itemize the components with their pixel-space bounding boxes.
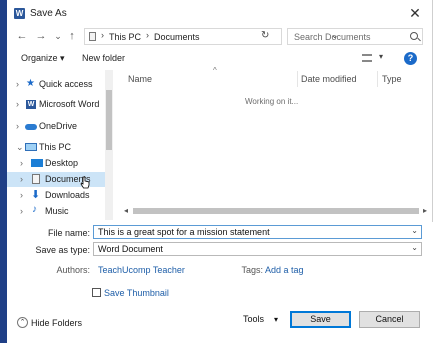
expand-chevron-icon[interactable]: › bbox=[20, 206, 23, 216]
sidebar-item-documents[interactable]: › Documents bbox=[7, 172, 105, 187]
hand-cursor-icon bbox=[80, 176, 90, 189]
file-name-dropdown-icon[interactable]: ⌄ bbox=[411, 226, 418, 235]
sidebar-item-label: OneDrive bbox=[39, 121, 78, 131]
authors-label: Authors: bbox=[56, 265, 90, 275]
music-note-icon: ♪ bbox=[32, 204, 37, 215]
document-folder-icon bbox=[32, 174, 40, 184]
command-toolbar: Organize ▾ New folder ▾ ? bbox=[7, 48, 433, 70]
column-divider[interactable] bbox=[377, 71, 378, 87]
sidebar-item-label: This PC bbox=[39, 142, 72, 152]
file-name-value[interactable]: This is a great spot for a mission state… bbox=[98, 227, 270, 237]
sidebar-item-this-pc[interactable]: ⌄ This PC bbox=[7, 140, 105, 155]
star-icon: ★ bbox=[26, 78, 35, 89]
save-as-type-value[interactable]: Word Document bbox=[98, 244, 163, 254]
scrollbar-thumb[interactable] bbox=[106, 90, 112, 150]
help-icon[interactable]: ? bbox=[404, 52, 417, 65]
download-arrow-icon: ⬇ bbox=[31, 189, 41, 201]
breadcrumb-separator: › bbox=[146, 30, 149, 40]
tools-dropdown-icon: ▾ bbox=[274, 315, 279, 324]
word-icon: W bbox=[26, 100, 36, 109]
sidebar-item-label: Desktop bbox=[45, 158, 79, 168]
dialog-title: Save As bbox=[30, 8, 67, 19]
scroll-right-icon[interactable]: ▸ bbox=[423, 206, 427, 215]
search-input[interactable]: Search Documents bbox=[294, 32, 371, 42]
title-bar: W Save As ✕ bbox=[7, 0, 433, 26]
address-bar[interactable]: › This PC › Documents ⌄ bbox=[84, 28, 339, 45]
refresh-icon[interactable]: ↻ bbox=[261, 30, 269, 41]
navigation-pane-scrollbar[interactable] bbox=[105, 70, 113, 220]
save-thumbnail-label[interactable]: Save Thumbnail bbox=[104, 288, 169, 298]
cancel-button[interactable]: Cancel bbox=[359, 311, 420, 328]
recent-locations-icon[interactable]: ⌄ bbox=[51, 29, 65, 43]
save-thumbnail-checkbox[interactable] bbox=[92, 288, 101, 297]
navigation-bar: ← → ⌄ ↑ › This PC › Documents ⌄ ↻ Search… bbox=[7, 26, 433, 48]
add-tag-link[interactable]: Add a tag bbox=[265, 265, 304, 275]
collapse-chevron-icon[interactable]: ⌄ bbox=[16, 142, 24, 153]
sidebar-item-downloads[interactable]: › ⬇ Downloads bbox=[7, 188, 105, 203]
forward-arrow-icon[interactable]: → bbox=[34, 29, 48, 43]
sidebar-item-onedrive[interactable]: › OneDrive bbox=[7, 119, 105, 134]
sidebar-item-label: Quick access bbox=[39, 79, 93, 89]
sidebar-item-quick-access[interactable]: › ★ Quick access bbox=[7, 77, 105, 92]
sidebar-item-desktop[interactable]: › Desktop bbox=[7, 156, 105, 171]
organize-button[interactable]: Organize ▾ bbox=[21, 53, 65, 64]
tags-label: Tags: bbox=[241, 265, 263, 275]
expand-chevron-icon[interactable]: › bbox=[16, 121, 19, 131]
cloud-icon bbox=[25, 124, 37, 130]
expand-chevron-icon[interactable]: › bbox=[16, 99, 19, 109]
sidebar-item-label: Microsoft Word bbox=[39, 99, 100, 109]
save-form: File name: This is a great spot for a mi… bbox=[7, 222, 433, 343]
loading-status: Working on it... bbox=[245, 97, 299, 106]
document-location-icon bbox=[89, 32, 96, 41]
breadcrumb-separator: › bbox=[101, 30, 104, 40]
chevron-down-icon[interactable]: ⌄ bbox=[411, 243, 418, 252]
tools-label: Tools bbox=[243, 314, 265, 324]
breadcrumb-documents[interactable]: Documents bbox=[154, 32, 200, 42]
column-header-name[interactable]: Name bbox=[128, 74, 152, 84]
desktop-icon bbox=[31, 159, 43, 167]
save-as-dialog: W Save As ✕ ← → ⌄ ↑ › This PC › Document… bbox=[7, 0, 433, 343]
breadcrumb-this-pc[interactable]: This PC bbox=[109, 32, 141, 42]
expand-chevron-icon[interactable]: › bbox=[20, 190, 23, 200]
new-folder-button[interactable]: New folder bbox=[82, 53, 125, 63]
expand-chevron-icon[interactable]: › bbox=[20, 174, 23, 184]
sidebar-item-label: Music bbox=[45, 206, 69, 216]
word-app-icon: W bbox=[14, 8, 25, 19]
view-dropdown-icon[interactable]: ▾ bbox=[379, 52, 383, 61]
word-backstage-strip bbox=[0, 0, 7, 343]
sidebar-item-label: Downloads bbox=[45, 190, 90, 200]
up-arrow-icon[interactable]: ↑ bbox=[65, 29, 79, 43]
search-icon bbox=[410, 32, 418, 40]
navigation-pane: › ★ Quick access › W Microsoft Word › On… bbox=[7, 70, 115, 220]
scroll-left-icon[interactable]: ◂ bbox=[124, 206, 128, 215]
column-divider[interactable] bbox=[297, 71, 298, 87]
save-as-type-select[interactable]: Word Document ⌄ bbox=[93, 242, 422, 256]
collapse-up-icon: ⌃ bbox=[17, 317, 28, 328]
back-arrow-icon[interactable]: ← bbox=[15, 29, 29, 43]
scrollbar-thumb[interactable] bbox=[133, 208, 419, 214]
file-name-label: File name: bbox=[47, 228, 90, 238]
column-header-date-modified[interactable]: Date modified bbox=[301, 74, 357, 84]
expand-chevron-icon[interactable]: › bbox=[16, 79, 19, 89]
save-as-type-label: Save as type: bbox=[35, 245, 90, 255]
tools-menu[interactable]: Tools ▾ bbox=[243, 314, 278, 324]
expand-chevron-icon[interactable]: › bbox=[20, 158, 23, 168]
hide-folders-label: Hide Folders bbox=[31, 318, 83, 328]
file-list-hscrollbar[interactable]: ◂ ▸ bbox=[121, 206, 433, 216]
view-options-icon[interactable] bbox=[362, 54, 372, 62]
save-button[interactable]: Save bbox=[290, 311, 351, 328]
sort-caret-icon: ^ bbox=[213, 66, 217, 75]
close-icon[interactable]: ✕ bbox=[407, 5, 423, 21]
sidebar-item-microsoft-word[interactable]: › W Microsoft Word bbox=[7, 97, 105, 112]
column-header-type[interactable]: Type bbox=[382, 74, 402, 84]
sidebar-item-music[interactable]: › ♪ Music bbox=[7, 204, 105, 219]
file-name-field[interactable]: This is a great spot for a mission state… bbox=[93, 225, 422, 239]
authors-value[interactable]: TeachUcomp Teacher bbox=[98, 265, 185, 275]
computer-icon bbox=[25, 143, 37, 151]
search-box[interactable]: Search Documents bbox=[287, 28, 423, 45]
file-list: ^ Name Date modified Type Working on it.… bbox=[121, 66, 433, 220]
